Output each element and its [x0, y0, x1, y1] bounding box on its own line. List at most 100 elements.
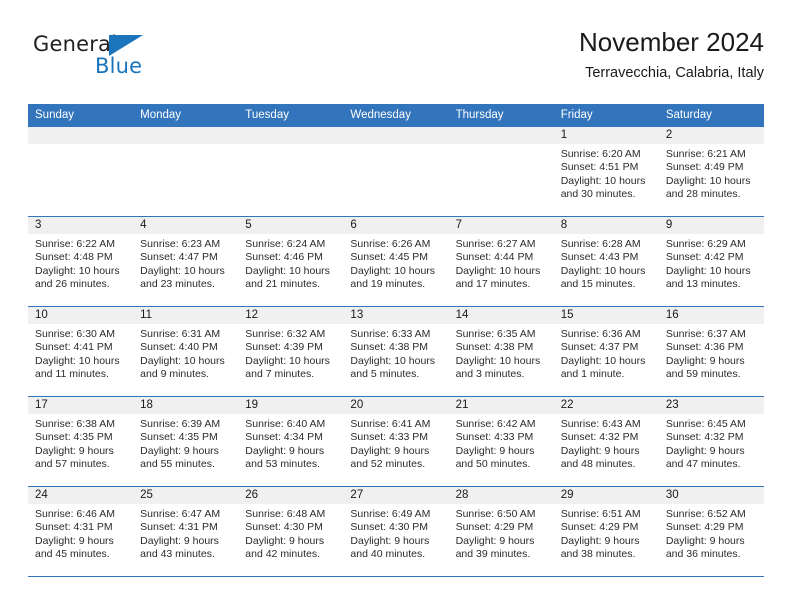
daylight-text-line2: and 38 minutes. — [560, 548, 636, 561]
day-details: Sunrise: 6:30 AM Sunset: 4:41 PM Dayligh… — [28, 324, 133, 382]
day-cell[interactable]: 7 Sunrise: 6:27 AM Sunset: 4:44 PM Dayli… — [448, 217, 554, 306]
day-cell[interactable] — [343, 127, 449, 216]
daylight-text-line2: and 50 minutes. — [455, 458, 531, 471]
general-blue-logo[interactable]: General Blue — [33, 32, 203, 90]
weekday-header-wednesday: Wednesday — [350, 109, 411, 121]
day-number: 15 — [553, 307, 659, 324]
day-cell[interactable]: 12 Sunrise: 6:32 AM Sunset: 4:39 PM Dayl… — [238, 307, 344, 396]
daylight-text-line1: Daylight: 10 hours — [560, 264, 646, 277]
day-cell[interactable]: 29 Sunrise: 6:51 AM Sunset: 4:29 PM Dayl… — [553, 487, 659, 576]
day-cell[interactable]: 15 Sunrise: 6:36 AM Sunset: 4:37 PM Dayl… — [553, 307, 659, 396]
day-number — [133, 127, 239, 144]
daylight-text-line1: Daylight: 9 hours — [455, 444, 535, 457]
day-cell[interactable]: 24 Sunrise: 6:46 AM Sunset: 4:31 PM Dayl… — [28, 487, 134, 576]
day-cell[interactable]: 30 Sunrise: 6:52 AM Sunset: 4:29 PM Dayl… — [658, 487, 764, 576]
sunset-text: Sunset: 4:33 PM — [455, 431, 534, 444]
daylight-text-line2: and 3 minutes. — [455, 368, 525, 381]
daylight-text-line2: and 9 minutes. — [140, 368, 210, 381]
daylight-text-line2: and 21 minutes. — [245, 278, 320, 291]
day-number: 22 — [553, 397, 659, 414]
daylight-text-line2: and 47 minutes. — [665, 458, 741, 471]
day-number — [238, 127, 344, 144]
daylight-text-line1: Daylight: 9 hours — [140, 534, 219, 547]
day-cell[interactable] — [28, 127, 134, 216]
day-cell[interactable]: 8 Sunrise: 6:28 AM Sunset: 4:43 PM Dayli… — [553, 217, 659, 306]
day-details: Sunrise: 6:32 AM Sunset: 4:39 PM Dayligh… — [238, 324, 343, 382]
day-number: 14 — [448, 307, 554, 324]
day-number: 10 — [28, 307, 134, 324]
day-number: 28 — [448, 487, 554, 504]
day-cell[interactable]: 6 Sunrise: 6:26 AM Sunset: 4:45 PM Dayli… — [343, 217, 449, 306]
day-cell[interactable] — [238, 127, 344, 216]
sunrise-text: Sunrise: 6:52 AM — [665, 508, 746, 520]
day-cell[interactable]: 14 Sunrise: 6:35 AM Sunset: 4:38 PM Dayl… — [448, 307, 554, 396]
day-cell[interactable]: 1 Sunrise: 6:20 AM Sunset: 4:51 PM Dayli… — [553, 127, 659, 216]
daylight-text-line1: Daylight: 10 hours — [665, 174, 751, 187]
daylight-text-line2: and 17 minutes. — [455, 278, 531, 291]
sunset-text: Sunset: 4:34 PM — [245, 431, 323, 444]
daylight-text-line1: Daylight: 9 hours — [455, 534, 535, 547]
day-cell[interactable]: 23 Sunrise: 6:45 AM Sunset: 4:32 PM Dayl… — [658, 397, 764, 486]
sunrise-text: Sunrise: 6:41 AM — [350, 418, 431, 430]
page-subtitle: Terravecchia, Calabria, Italy — [585, 65, 764, 81]
day-cell[interactable]: 18 Sunrise: 6:39 AM Sunset: 4:35 PM Dayl… — [133, 397, 239, 486]
sunset-text: Sunset: 4:29 PM — [665, 521, 744, 534]
sunset-text: Sunset: 4:30 PM — [350, 521, 429, 534]
day-cell[interactable]: 22 Sunrise: 6:43 AM Sunset: 4:32 PM Dayl… — [553, 397, 659, 486]
weekday-header-row: Sunday Monday Tuesday Wednesday Thursday… — [28, 104, 764, 126]
day-details — [28, 144, 133, 148]
day-cell[interactable]: 21 Sunrise: 6:42 AM Sunset: 4:33 PM Dayl… — [448, 397, 554, 486]
day-cell[interactable]: 2 Sunrise: 6:21 AM Sunset: 4:49 PM Dayli… — [658, 127, 764, 216]
daylight-text-line1: Daylight: 10 hours — [245, 264, 330, 277]
day-number: 26 — [238, 487, 344, 504]
day-details: Sunrise: 6:24 AM Sunset: 4:46 PM Dayligh… — [238, 234, 343, 292]
day-number: 27 — [343, 487, 449, 504]
day-number: 20 — [343, 397, 449, 414]
day-cell[interactable] — [448, 127, 554, 216]
day-cell[interactable]: 9 Sunrise: 6:29 AM Sunset: 4:42 PM Dayli… — [658, 217, 764, 306]
day-number: 11 — [133, 307, 239, 324]
sunset-text: Sunset: 4:32 PM — [665, 431, 744, 444]
day-cell[interactable]: 5 Sunrise: 6:24 AM Sunset: 4:46 PM Dayli… — [238, 217, 344, 306]
day-number: 1 — [553, 127, 659, 144]
day-cell[interactable]: 13 Sunrise: 6:33 AM Sunset: 4:38 PM Dayl… — [343, 307, 449, 396]
day-cell[interactable]: 11 Sunrise: 6:31 AM Sunset: 4:40 PM Dayl… — [133, 307, 239, 396]
day-cell[interactable]: 28 Sunrise: 6:50 AM Sunset: 4:29 PM Dayl… — [448, 487, 554, 576]
day-cell[interactable]: 25 Sunrise: 6:47 AM Sunset: 4:31 PM Dayl… — [133, 487, 239, 576]
day-cell[interactable]: 19 Sunrise: 6:40 AM Sunset: 4:34 PM Dayl… — [238, 397, 344, 486]
sunset-text: Sunset: 4:47 PM — [140, 251, 218, 264]
daylight-text-line1: Daylight: 9 hours — [35, 534, 114, 547]
daylight-text-line2: and 28 minutes. — [665, 188, 741, 201]
day-cell[interactable]: 20 Sunrise: 6:41 AM Sunset: 4:33 PM Dayl… — [343, 397, 449, 486]
day-details: Sunrise: 6:36 AM Sunset: 4:37 PM Dayligh… — [554, 324, 659, 382]
daylight-text-line2: and 13 minutes. — [665, 278, 741, 291]
day-number — [28, 127, 134, 144]
day-details: Sunrise: 6:51 AM Sunset: 4:29 PM Dayligh… — [554, 504, 659, 562]
day-cell[interactable]: 17 Sunrise: 6:38 AM Sunset: 4:35 PM Dayl… — [28, 397, 134, 486]
daylight-text-line1: Daylight: 9 hours — [350, 534, 430, 547]
day-cell[interactable]: 4 Sunrise: 6:23 AM Sunset: 4:47 PM Dayli… — [133, 217, 239, 306]
day-cell[interactable]: 3 Sunrise: 6:22 AM Sunset: 4:48 PM Dayli… — [28, 217, 134, 306]
day-details: Sunrise: 6:37 AM Sunset: 4:36 PM Dayligh… — [659, 324, 764, 382]
day-details: Sunrise: 6:26 AM Sunset: 4:45 PM Dayligh… — [343, 234, 448, 292]
day-cell[interactable]: 16 Sunrise: 6:37 AM Sunset: 4:36 PM Dayl… — [658, 307, 764, 396]
logo-word-blue: Blue — [95, 54, 143, 78]
day-details: Sunrise: 6:38 AM Sunset: 4:35 PM Dayligh… — [28, 414, 133, 472]
sunrise-text: Sunrise: 6:50 AM — [455, 508, 536, 520]
sunrise-text: Sunrise: 6:35 AM — [455, 328, 536, 340]
day-details — [238, 144, 343, 148]
daylight-text-line2: and 11 minutes. — [35, 368, 109, 381]
day-cell[interactable]: 27 Sunrise: 6:49 AM Sunset: 4:30 PM Dayl… — [343, 487, 449, 576]
day-cell[interactable]: 26 Sunrise: 6:48 AM Sunset: 4:30 PM Dayl… — [238, 487, 344, 576]
daylight-text-line2: and 55 minutes. — [140, 458, 215, 471]
day-cell[interactable] — [133, 127, 239, 216]
daylight-text-line2: and 42 minutes. — [245, 548, 320, 561]
sunrise-text: Sunrise: 6:26 AM — [350, 238, 431, 250]
day-details — [343, 144, 448, 148]
daylight-text-line1: Daylight: 9 hours — [245, 534, 325, 547]
day-number: 12 — [238, 307, 344, 324]
day-cell[interactable]: 10 Sunrise: 6:30 AM Sunset: 4:41 PM Dayl… — [28, 307, 134, 396]
sunset-text: Sunset: 4:29 PM — [455, 521, 534, 534]
day-details: Sunrise: 6:28 AM Sunset: 4:43 PM Dayligh… — [554, 234, 659, 292]
day-details — [449, 144, 554, 148]
